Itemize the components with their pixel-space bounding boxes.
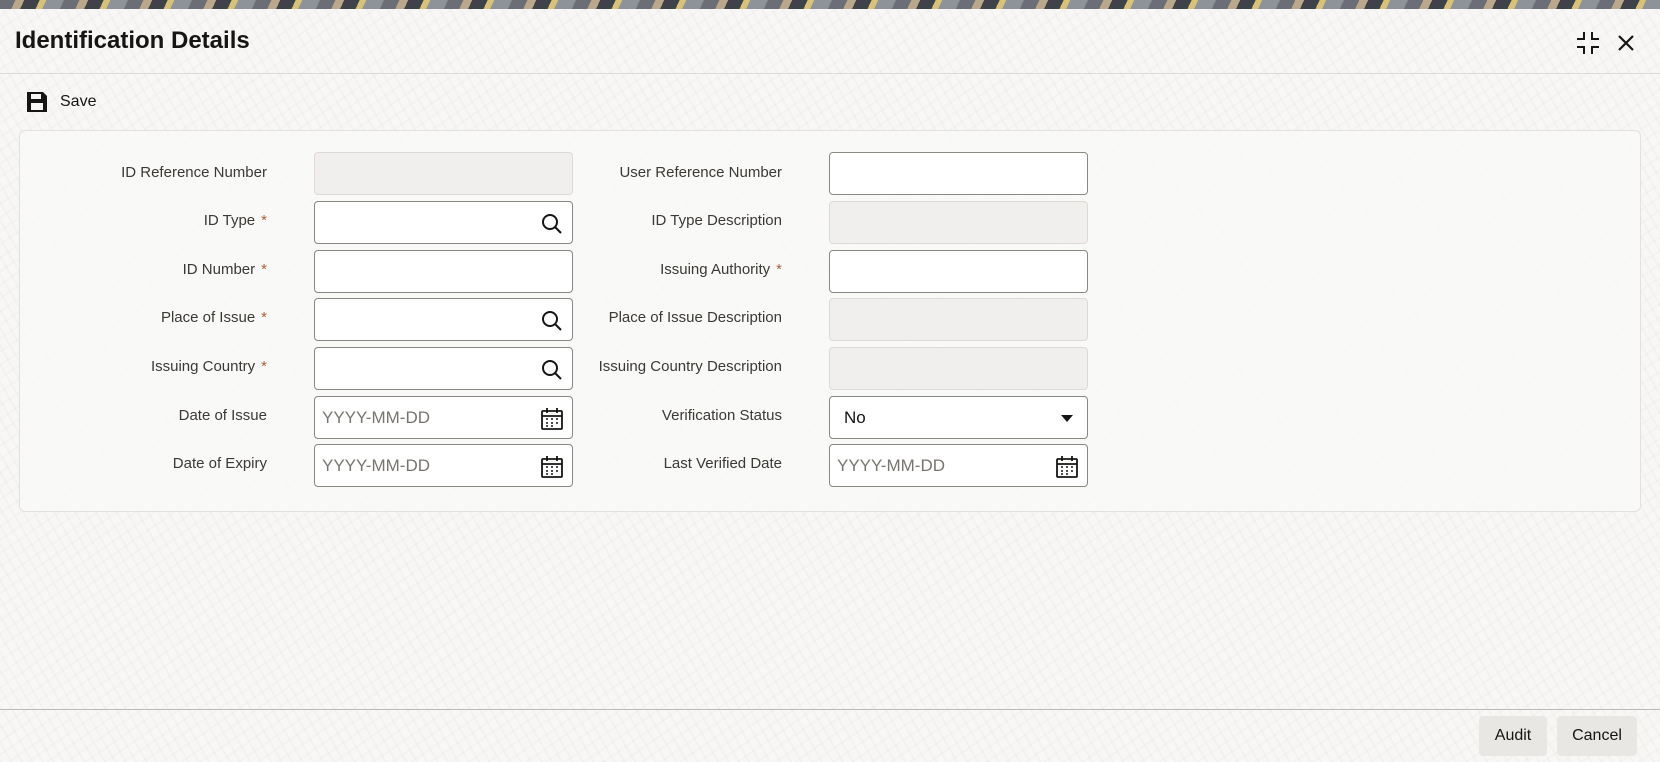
floppy-disk-icon [27,92,47,112]
save-button[interactable]: Save [26,91,96,113]
issuing-country-label: Issuing Country * [150,358,267,375]
place-of-issue-search-button[interactable] [540,309,564,333]
user-reference-number-field[interactable] [829,152,1088,195]
id-type-description-input [830,202,1087,243]
search-icon [542,360,562,380]
toolbar: Save [26,88,96,116]
calendar-icon [541,408,563,430]
date-of-issue-label: Date of Issue [178,407,267,424]
calendar-icon [1056,456,1078,478]
page-title: Identification Details [15,27,250,54]
date-of-issue-input[interactable] [315,397,572,438]
place-of-issue-label: Place of Issue * [160,309,267,326]
place-of-issue-description-label: Place of Issue Description [608,309,782,326]
id-type-description-field [829,201,1088,244]
maximize-button[interactable] [1572,27,1604,59]
place-of-issue-description-input [830,299,1087,340]
issuing-country-description-label: Issuing Country Description [598,358,782,375]
required-marker: * [261,309,267,326]
place-of-issue-input[interactable] [315,299,572,340]
date-of-expiry-calendar-button[interactable] [540,455,564,479]
date-of-expiry-label: Date of Expiry [172,455,267,472]
close-icon [1618,35,1634,51]
issuing-country-description-field [829,347,1088,390]
id-number-field[interactable] [314,250,573,293]
place-of-issue-field[interactable] [314,298,573,341]
issuing-country-input[interactable] [315,348,572,389]
issuing-authority-field[interactable] [829,250,1088,293]
banner-strip [0,0,1660,9]
date-of-expiry-field[interactable] [314,444,573,487]
id-reference-number-label: ID Reference Number [121,164,267,181]
verification-status-label: Verification Status [661,407,782,424]
last-verified-date-input[interactable] [830,445,1087,486]
issuing-country-description-input [830,348,1087,389]
issuing-authority-input[interactable] [830,251,1087,292]
last-verified-date-label: Last Verified Date [663,455,782,472]
last-verified-date-field[interactable] [829,444,1088,487]
search-icon [542,311,562,331]
id-type-field[interactable] [314,201,573,244]
footer-bar: Audit Cancel [0,709,1660,762]
place-of-issue-description-field [829,298,1088,341]
user-reference-number-input[interactable] [830,153,1087,194]
id-number-label: ID Number * [182,261,267,278]
required-marker: * [261,261,267,278]
id-reference-number-field [314,152,573,195]
calendar-icon [541,456,563,478]
issuing-country-search-button[interactable] [540,358,564,382]
required-marker: * [261,212,267,229]
issuing-country-field[interactable] [314,347,573,390]
required-marker: * [776,261,782,278]
close-button[interactable] [1610,27,1642,59]
last-verified-date-calendar-button[interactable] [1055,455,1079,479]
search-icon [542,214,562,234]
id-type-search-button[interactable] [540,212,564,236]
id-type-input[interactable] [315,202,572,243]
save-label: Save [60,93,97,110]
verification-status-select[interactable]: No [829,396,1088,439]
window-header: Identification Details [0,9,1660,74]
identification-form: ID Reference Number User Reference Numbe… [19,130,1641,512]
cancel-button[interactable]: Cancel [1557,716,1637,756]
id-number-input[interactable] [315,251,572,292]
maximize-icon [1577,32,1599,54]
date-of-issue-field[interactable] [314,396,573,439]
id-reference-number-input [315,153,572,194]
issuing-authority-label: Issuing Authority * [660,261,782,278]
required-marker: * [261,358,267,375]
user-reference-number-label: User Reference Number [619,164,782,181]
chevron-down-icon [1061,415,1073,422]
verification-status-value: No [844,408,866,427]
date-of-expiry-input[interactable] [315,445,572,486]
audit-button[interactable]: Audit [1479,716,1547,756]
date-of-issue-calendar-button[interactable] [540,407,564,431]
id-type-description-label: ID Type Description [651,212,782,229]
id-type-label: ID Type * [203,212,267,229]
